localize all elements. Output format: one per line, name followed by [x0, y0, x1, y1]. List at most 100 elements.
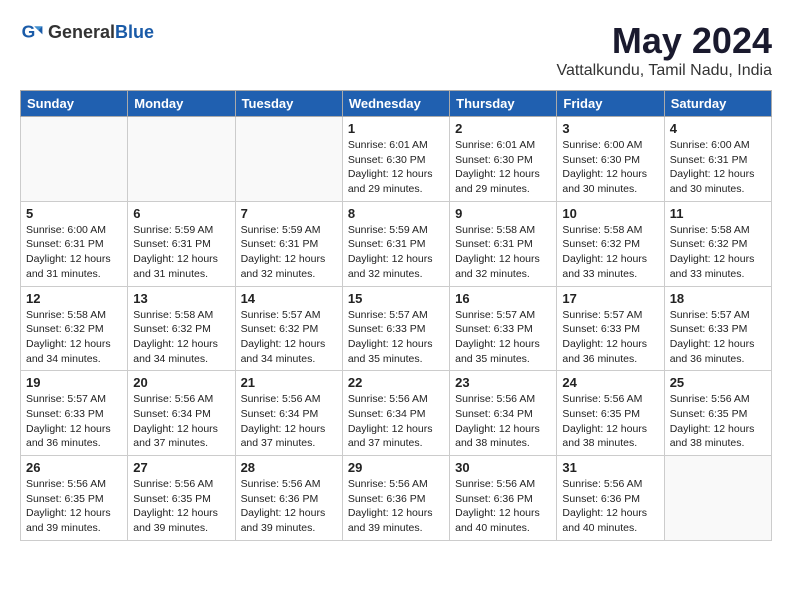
calendar-cell: 2 Sunrise: 6:01 AM Sunset: 6:30 PM Daylig…	[450, 117, 557, 202]
week-row-3: 12 Sunrise: 5:58 AM Sunset: 6:32 PM Dayli…	[21, 286, 772, 371]
day-info: Sunrise: 5:56 AM Sunset: 6:34 PM Dayligh…	[241, 392, 337, 451]
calendar-cell: 31 Sunrise: 5:56 AM Sunset: 6:36 PM Dayli…	[557, 456, 664, 541]
calendar-cell: 22 Sunrise: 5:56 AM Sunset: 6:34 PM Dayli…	[342, 371, 449, 456]
day-info: Sunrise: 5:56 AM Sunset: 6:34 PM Dayligh…	[133, 392, 229, 451]
calendar-cell: 28 Sunrise: 5:56 AM Sunset: 6:36 PM Dayli…	[235, 456, 342, 541]
day-number: 31	[562, 460, 658, 475]
calendar-cell: 16 Sunrise: 5:57 AM Sunset: 6:33 PM Dayli…	[450, 286, 557, 371]
week-row-2: 5 Sunrise: 6:00 AM Sunset: 6:31 PM Daylig…	[21, 201, 772, 286]
day-info: Sunrise: 5:57 AM Sunset: 6:33 PM Dayligh…	[670, 308, 766, 367]
day-info: Sunrise: 6:01 AM Sunset: 6:30 PM Dayligh…	[348, 138, 444, 197]
day-number: 24	[562, 375, 658, 390]
day-number: 2	[455, 121, 551, 136]
day-info: Sunrise: 5:58 AM Sunset: 6:32 PM Dayligh…	[133, 308, 229, 367]
calendar-cell	[21, 117, 128, 202]
day-number: 8	[348, 206, 444, 221]
calendar-cell: 1 Sunrise: 6:01 AM Sunset: 6:30 PM Daylig…	[342, 117, 449, 202]
day-number: 23	[455, 375, 551, 390]
day-info: Sunrise: 5:58 AM Sunset: 6:31 PM Dayligh…	[455, 223, 551, 282]
day-number: 1	[348, 121, 444, 136]
day-number: 9	[455, 206, 551, 221]
header-day-tuesday: Tuesday	[235, 91, 342, 117]
day-info: Sunrise: 5:58 AM Sunset: 6:32 PM Dayligh…	[562, 223, 658, 282]
calendar-cell: 15 Sunrise: 5:57 AM Sunset: 6:33 PM Dayli…	[342, 286, 449, 371]
week-row-1: 1 Sunrise: 6:01 AM Sunset: 6:30 PM Daylig…	[21, 117, 772, 202]
page-header: G GeneralBlue May 2024 Vattalkundu, Tami…	[20, 20, 772, 80]
header-day-wednesday: Wednesday	[342, 91, 449, 117]
day-info: Sunrise: 5:57 AM Sunset: 6:33 PM Dayligh…	[348, 308, 444, 367]
calendar-cell: 10 Sunrise: 5:58 AM Sunset: 6:32 PM Dayli…	[557, 201, 664, 286]
day-number: 12	[26, 291, 122, 306]
calendar-cell: 6 Sunrise: 5:59 AM Sunset: 6:31 PM Daylig…	[128, 201, 235, 286]
calendar-cell: 18 Sunrise: 5:57 AM Sunset: 6:33 PM Dayli…	[664, 286, 771, 371]
calendar-cell: 3Sunrise: 6:00 AM Sunset: 6:30 PM Daylig…	[557, 117, 664, 202]
day-number: 15	[348, 291, 444, 306]
day-number: 16	[455, 291, 551, 306]
header-day-friday: Friday	[557, 91, 664, 117]
calendar-cell: 14 Sunrise: 5:57 AM Sunset: 6:32 PM Dayli…	[235, 286, 342, 371]
calendar-cell: 9 Sunrise: 5:58 AM Sunset: 6:31 PM Daylig…	[450, 201, 557, 286]
calendar-cell	[128, 117, 235, 202]
week-row-4: 19 Sunrise: 5:57 AM Sunset: 6:33 PM Dayli…	[21, 371, 772, 456]
calendar-cell: 8 Sunrise: 5:59 AM Sunset: 6:31 PM Daylig…	[342, 201, 449, 286]
day-info: Sunrise: 6:01 AM Sunset: 6:30 PM Dayligh…	[455, 138, 551, 197]
location-title: Vattalkundu, Tamil Nadu, India	[556, 62, 772, 80]
day-number: 13	[133, 291, 229, 306]
header-day-thursday: Thursday	[450, 91, 557, 117]
calendar-cell: 4Sunrise: 6:00 AM Sunset: 6:31 PM Daylig…	[664, 117, 771, 202]
day-number: 25	[670, 375, 766, 390]
day-info: Sunrise: 5:59 AM Sunset: 6:31 PM Dayligh…	[133, 223, 229, 282]
calendar-cell: 21 Sunrise: 5:56 AM Sunset: 6:34 PM Dayli…	[235, 371, 342, 456]
day-info: Sunrise: 6:00 AM Sunset: 6:31 PM Dayligh…	[26, 223, 122, 282]
day-info: Sunrise: 5:57 AM Sunset: 6:33 PM Dayligh…	[455, 308, 551, 367]
day-info: Sunrise: 5:56 AM Sunset: 6:36 PM Dayligh…	[562, 477, 658, 536]
day-number: 3	[562, 121, 658, 136]
calendar-cell: 20 Sunrise: 5:56 AM Sunset: 6:34 PM Dayli…	[128, 371, 235, 456]
day-number: 18	[670, 291, 766, 306]
calendar-table: SundayMondayTuesdayWednesdayThursdayFrid…	[20, 90, 772, 541]
calendar-cell: 27 Sunrise: 5:56 AM Sunset: 6:35 PM Dayli…	[128, 456, 235, 541]
day-number: 27	[133, 460, 229, 475]
logo: G GeneralBlue	[20, 20, 154, 44]
header-day-monday: Monday	[128, 91, 235, 117]
day-number: 10	[562, 206, 658, 221]
day-number: 4	[670, 121, 766, 136]
day-info: Sunrise: 5:59 AM Sunset: 6:31 PM Dayligh…	[348, 223, 444, 282]
calendar-cell: 25Sunrise: 5:56 AM Sunset: 6:35 PM Dayli…	[664, 371, 771, 456]
day-info: Sunrise: 5:57 AM Sunset: 6:33 PM Dayligh…	[26, 392, 122, 451]
day-number: 22	[348, 375, 444, 390]
day-info: Sunrise: 5:56 AM Sunset: 6:34 PM Dayligh…	[455, 392, 551, 451]
title-area: May 2024 Vattalkundu, Tamil Nadu, India	[556, 20, 772, 80]
calendar-cell: 12Sunrise: 5:58 AM Sunset: 6:32 PM Dayli…	[21, 286, 128, 371]
day-number: 14	[241, 291, 337, 306]
day-number: 20	[133, 375, 229, 390]
day-number: 21	[241, 375, 337, 390]
day-number: 6	[133, 206, 229, 221]
day-info: Sunrise: 5:56 AM Sunset: 6:34 PM Dayligh…	[348, 392, 444, 451]
calendar-cell: 19 Sunrise: 5:57 AM Sunset: 6:33 PM Dayli…	[21, 371, 128, 456]
header-row: SundayMondayTuesdayWednesdayThursdayFrid…	[21, 91, 772, 117]
header-day-saturday: Saturday	[664, 91, 771, 117]
calendar-cell	[235, 117, 342, 202]
calendar-cell: 23 Sunrise: 5:56 AM Sunset: 6:34 PM Dayli…	[450, 371, 557, 456]
day-number: 7	[241, 206, 337, 221]
calendar-cell: 30Sunrise: 5:56 AM Sunset: 6:36 PM Dayli…	[450, 456, 557, 541]
calendar-cell: 13 Sunrise: 5:58 AM Sunset: 6:32 PM Dayli…	[128, 286, 235, 371]
day-number: 17	[562, 291, 658, 306]
day-number: 5	[26, 206, 122, 221]
day-number: 19	[26, 375, 122, 390]
calendar-cell: 24Sunrise: 5:56 AM Sunset: 6:35 PM Dayli…	[557, 371, 664, 456]
day-info: Sunrise: 5:57 AM Sunset: 6:32 PM Dayligh…	[241, 308, 337, 367]
day-info: Sunrise: 5:56 AM Sunset: 6:35 PM Dayligh…	[26, 477, 122, 536]
day-info: Sunrise: 5:56 AM Sunset: 6:36 PM Dayligh…	[241, 477, 337, 536]
day-info: Sunrise: 5:56 AM Sunset: 6:36 PM Dayligh…	[455, 477, 551, 536]
day-info: Sunrise: 5:56 AM Sunset: 6:35 PM Dayligh…	[133, 477, 229, 536]
day-info: Sunrise: 5:59 AM Sunset: 6:31 PM Dayligh…	[241, 223, 337, 282]
svg-text:G: G	[22, 22, 36, 42]
calendar-cell: 5 Sunrise: 6:00 AM Sunset: 6:31 PM Daylig…	[21, 201, 128, 286]
day-number: 28	[241, 460, 337, 475]
week-row-5: 26Sunrise: 5:56 AM Sunset: 6:35 PM Dayli…	[21, 456, 772, 541]
logo-icon: G	[20, 20, 44, 44]
calendar-cell: 26Sunrise: 5:56 AM Sunset: 6:35 PM Dayli…	[21, 456, 128, 541]
header-day-sunday: Sunday	[21, 91, 128, 117]
